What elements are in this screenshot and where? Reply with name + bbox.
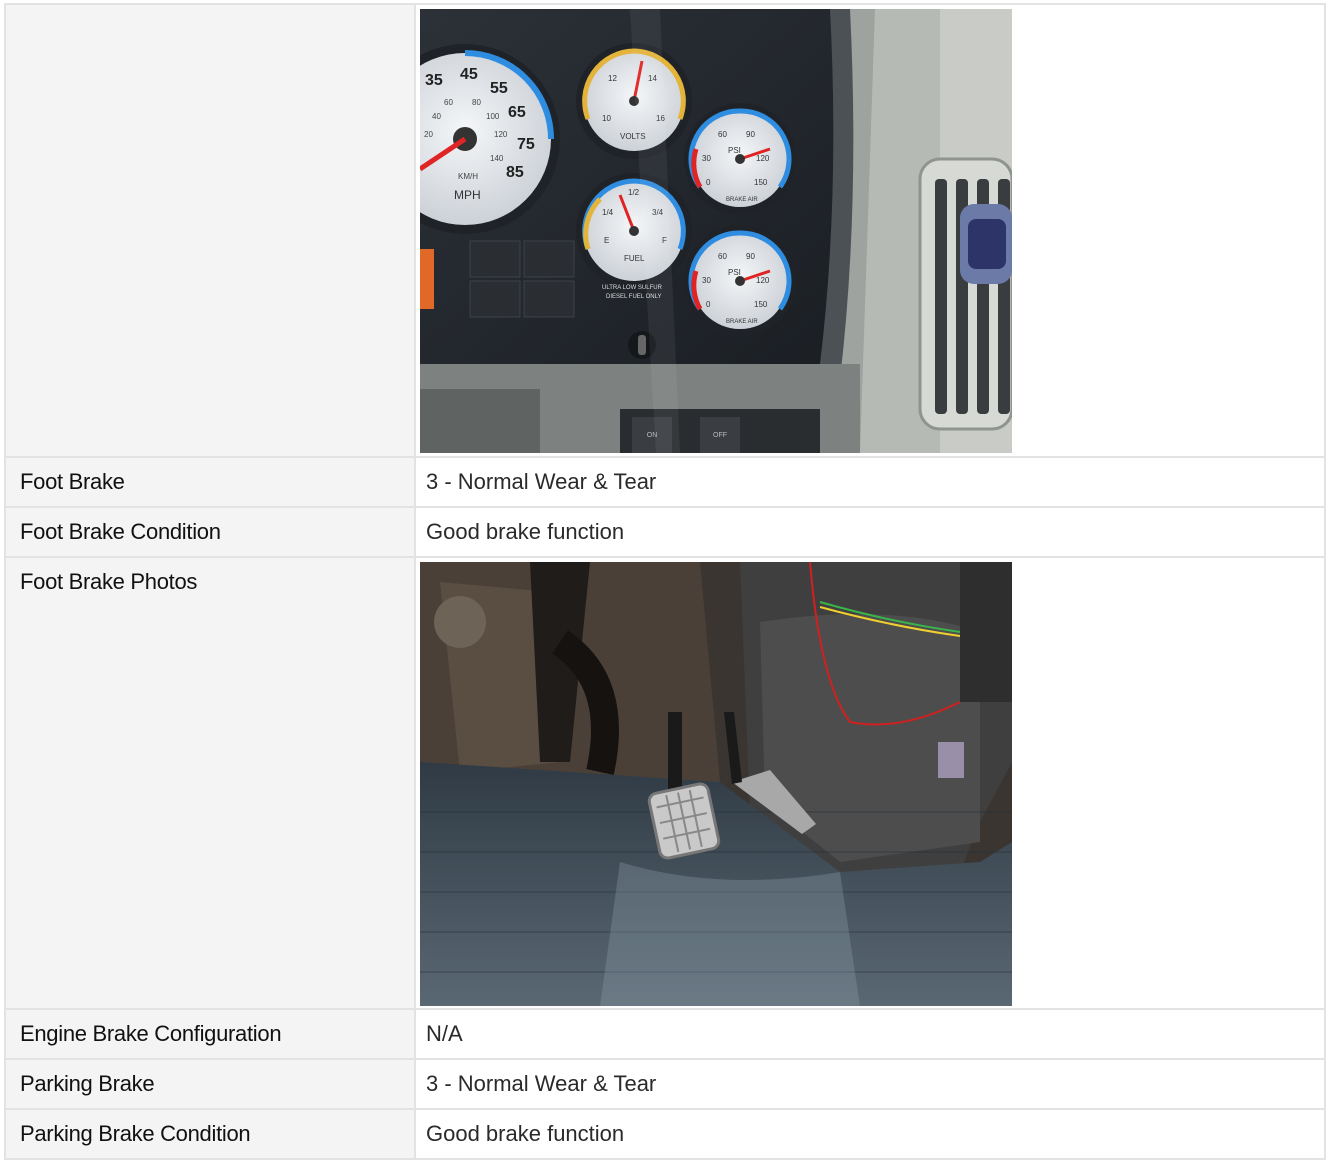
svg-text:30: 30 <box>702 154 711 163</box>
row-label <box>4 3 416 458</box>
svg-text:FUEL: FUEL <box>624 254 645 263</box>
svg-text:60: 60 <box>444 98 453 107</box>
svg-text:85: 85 <box>506 164 524 181</box>
svg-text:0: 0 <box>706 178 711 187</box>
svg-text:120: 120 <box>756 154 770 163</box>
svg-text:150: 150 <box>754 300 768 309</box>
table-row: Foot Brake Condition Good brake function <box>4 506 1326 558</box>
svg-text:55: 55 <box>490 80 508 97</box>
table-row: Parking Brake Condition Good brake funct… <box>4 1108 1326 1160</box>
svg-text:E: E <box>604 236 609 245</box>
row-label: Foot Brake Photos <box>4 556 416 1010</box>
svg-text:20: 20 <box>424 130 433 139</box>
row-value <box>414 556 1326 1010</box>
table-row: Parking Brake 3 - Normal Wear & Tear <box>4 1058 1326 1110</box>
svg-text:12: 12 <box>608 74 617 83</box>
svg-text:90: 90 <box>746 252 755 261</box>
switch-off-label: OFF <box>713 432 727 439</box>
svg-text:10: 10 <box>602 114 611 123</box>
row-label: Parking Brake Condition <box>4 1108 416 1160</box>
svg-text:120: 120 <box>756 276 770 285</box>
svg-text:80: 80 <box>472 98 481 107</box>
svg-text:35: 35 <box>425 72 443 89</box>
row-value: N/A <box>414 1008 1326 1060</box>
svg-text:90: 90 <box>746 130 755 139</box>
table-row: Foot Brake 3 - Normal Wear & Tear <box>4 456 1326 508</box>
svg-text:0: 0 <box>706 300 711 309</box>
svg-text:150: 150 <box>754 178 768 187</box>
svg-text:100: 100 <box>486 112 500 121</box>
row-value: 3 - Normal Wear & Tear <box>414 1058 1326 1110</box>
svg-text:75: 75 <box>517 136 535 153</box>
svg-text:140: 140 <box>490 154 504 163</box>
svg-text:45: 45 <box>460 66 478 83</box>
inspection-table: ON OFF 35 45 55 65 75 85 60 80 100 120 1… <box>4 3 1326 1160</box>
table-row: Foot Brake Photos <box>4 556 1326 1010</box>
svg-text:BRAKE AIR: BRAKE AIR <box>726 319 758 325</box>
svg-text:1/2: 1/2 <box>628 188 640 197</box>
row-label: Parking Brake <box>4 1058 416 1110</box>
svg-text:PSI: PSI <box>728 146 741 155</box>
svg-text:40: 40 <box>432 112 441 121</box>
row-value: Good brake function <box>414 1108 1326 1160</box>
row-value: ON OFF 35 45 55 65 75 85 60 80 100 120 1… <box>414 3 1326 458</box>
row-label: Foot Brake Condition <box>4 506 416 558</box>
foot-brake-pedal-photo[interactable] <box>420 562 1012 1006</box>
row-value: 3 - Normal Wear & Tear <box>414 456 1326 508</box>
svg-text:KM/H: KM/H <box>458 172 478 181</box>
row-label: Engine Brake Configuration <box>4 1008 416 1060</box>
row-label: Foot Brake <box>4 456 416 508</box>
svg-text:120: 120 <box>494 130 508 139</box>
svg-text:MPH: MPH <box>454 188 481 202</box>
svg-text:PSI: PSI <box>728 268 741 277</box>
table-row: Engine Brake Configuration N/A <box>4 1008 1326 1060</box>
svg-text:60: 60 <box>718 252 727 261</box>
row-value: Good brake function <box>414 506 1326 558</box>
svg-text:65: 65 <box>508 104 526 121</box>
dashboard-gauges-photo[interactable]: ON OFF 35 45 55 65 75 85 60 80 100 120 1… <box>420 9 1012 453</box>
svg-text:60: 60 <box>718 130 727 139</box>
svg-text:BRAKE AIR: BRAKE AIR <box>726 197 758 203</box>
svg-text:30: 30 <box>702 276 711 285</box>
svg-text:1/4: 1/4 <box>602 208 614 217</box>
table-row: ON OFF 35 45 55 65 75 85 60 80 100 120 1… <box>4 3 1326 458</box>
